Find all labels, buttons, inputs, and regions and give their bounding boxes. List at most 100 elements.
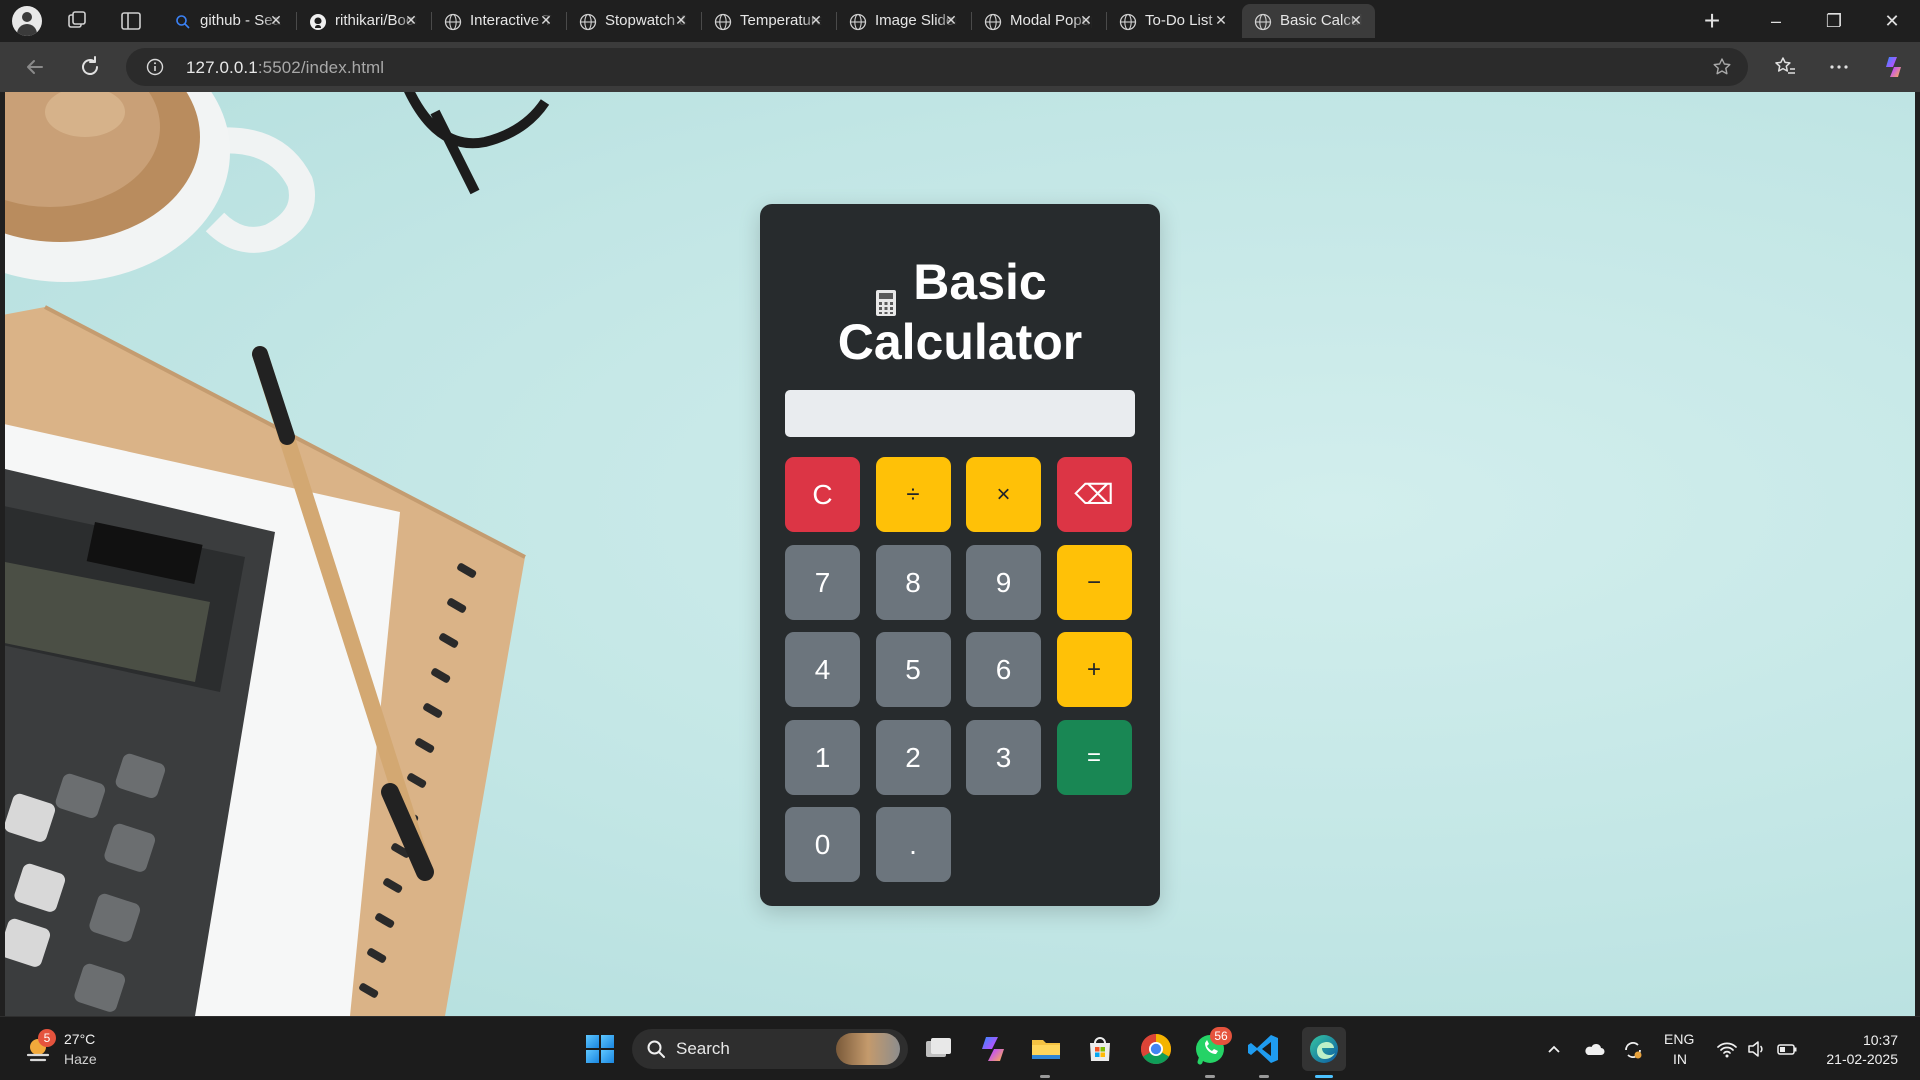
calculator-prop-image bbox=[5, 469, 275, 1016]
keyboard-language[interactable]: ENG bbox=[1664, 1031, 1694, 1047]
tab-7[interactable]: Modal Popup ✕ bbox=[972, 4, 1105, 38]
digit-6-button[interactable]: 6 bbox=[966, 632, 1041, 707]
favorite-star-icon[interactable] bbox=[1712, 57, 1732, 77]
divide-button[interactable]: ÷ bbox=[875, 457, 951, 532]
weather-badge: 5 bbox=[38, 1029, 56, 1047]
clock-date: 21-02-2025 bbox=[1826, 1051, 1898, 1067]
calculator-icon bbox=[873, 271, 899, 316]
globe-icon bbox=[714, 13, 732, 31]
keyboard-region[interactable]: IN bbox=[1673, 1051, 1687, 1067]
tab-3[interactable]: Interactive To-Do✕ bbox=[432, 4, 565, 38]
system-clock[interactable]: 10:37 21-02-2025 bbox=[1826, 1031, 1898, 1069]
weather-temperature[interactable]: 27°C bbox=[64, 1031, 95, 1047]
copilot-icon[interactable] bbox=[1880, 54, 1906, 80]
vertical-tabs-icon[interactable] bbox=[118, 8, 144, 34]
chrome-icon[interactable] bbox=[1138, 1031, 1174, 1067]
onedrive-cloud-icon[interactable] bbox=[1583, 1039, 1605, 1059]
digit-4-button[interactable]: 4 bbox=[785, 632, 860, 707]
globe-icon bbox=[849, 13, 867, 31]
globe-icon bbox=[579, 13, 597, 31]
windows-taskbar: 5 27°C Haze Search 56 ENG IN 10:37 21-02… bbox=[0, 1016, 1920, 1080]
multiply-button[interactable]: × bbox=[966, 457, 1041, 532]
close-tab-icon[interactable]: ✕ bbox=[1212, 11, 1230, 29]
decimal-button[interactable]: . bbox=[875, 807, 951, 882]
close-tab-icon[interactable]: ✕ bbox=[807, 11, 825, 29]
close-tab-icon[interactable]: ✕ bbox=[1077, 11, 1095, 29]
weather-condition[interactable]: Haze bbox=[64, 1051, 97, 1067]
sync-icon[interactable] bbox=[1622, 1039, 1642, 1059]
workspaces-icon[interactable] bbox=[64, 8, 90, 34]
close-tab-icon[interactable]: ✕ bbox=[267, 11, 285, 29]
tab-8[interactable]: To-Do List ✕ bbox=[1107, 4, 1240, 38]
tab-6[interactable]: Image Slider ✕ bbox=[837, 4, 970, 38]
digit-5-button[interactable]: 5 bbox=[875, 632, 951, 707]
calculator-title: Basic Calculator bbox=[760, 252, 1160, 372]
active-app-indicator bbox=[1315, 1075, 1333, 1078]
digit-9-button[interactable]: 9 bbox=[966, 544, 1041, 620]
taskbar-search-box[interactable]: Search bbox=[632, 1029, 908, 1069]
paper-sheet-image bbox=[5, 424, 400, 1016]
copilot-app-icon[interactable] bbox=[974, 1031, 1010, 1067]
digit-0-button[interactable]: 0 bbox=[785, 807, 860, 882]
windows-start-icon[interactable] bbox=[582, 1031, 618, 1067]
calculator-panel: Basic Calculator C ÷ × ⌫ 7 8 9− 4 5 6 +1 2 3 = 0. bbox=[760, 204, 1160, 906]
address-bar[interactable]: 127.0.0.1:5502/index.html bbox=[126, 48, 1748, 86]
edge-icon[interactable] bbox=[1302, 1027, 1346, 1071]
battery-icon[interactable] bbox=[1776, 1039, 1797, 1059]
wifi-icon[interactable] bbox=[1716, 1039, 1737, 1059]
backspace-button[interactable]: ⌫ bbox=[1056, 457, 1132, 532]
digit-8-button[interactable]: 8 bbox=[875, 544, 951, 620]
microsoft-store-icon[interactable] bbox=[1082, 1031, 1118, 1067]
task-view-icon[interactable] bbox=[920, 1031, 956, 1067]
digit-3-button[interactable]: 3 bbox=[966, 719, 1041, 795]
globe-icon bbox=[1119, 13, 1137, 31]
running-indicator bbox=[1205, 1075, 1215, 1078]
glasses-image bbox=[404, 92, 550, 195]
calculator-display[interactable] bbox=[785, 390, 1135, 437]
subtract-button[interactable]: − bbox=[1056, 544, 1132, 620]
tab-strip: github - Search✕rithikari/Bootstrap✕Inte… bbox=[0, 0, 1920, 42]
tab-2[interactable]: rithikari/Bootstrap✕ bbox=[297, 4, 430, 38]
profile-avatar[interactable] bbox=[12, 6, 42, 36]
running-indicator bbox=[1259, 1075, 1269, 1078]
desk-background-image bbox=[5, 92, 550, 1016]
volume-icon[interactable] bbox=[1746, 1039, 1766, 1059]
close-tab-icon[interactable]: ✕ bbox=[537, 11, 555, 29]
refresh-icon[interactable] bbox=[75, 52, 105, 82]
digit-7-button[interactable]: 7 bbox=[785, 544, 860, 620]
tab-1[interactable]: github - Search✕ bbox=[162, 4, 295, 38]
minimize-button[interactable]: – bbox=[1748, 0, 1804, 42]
tab-5[interactable]: Temperature ✕ bbox=[702, 4, 835, 38]
tab-4[interactable]: Stopwatch & Timer✕ bbox=[567, 4, 700, 38]
pen-image bbox=[252, 346, 434, 881]
add-button[interactable]: + bbox=[1056, 632, 1132, 707]
site-info-icon[interactable] bbox=[146, 58, 164, 76]
close-tab-icon[interactable]: ✕ bbox=[402, 11, 420, 29]
equals-button[interactable]: = bbox=[1056, 719, 1132, 795]
search-icon bbox=[174, 13, 192, 31]
more-options-icon[interactable] bbox=[1826, 54, 1852, 80]
page-viewport: Basic Calculator C ÷ × ⌫ 7 8 9− 4 5 6 +1 2 3 = 0. bbox=[5, 92, 1915, 1016]
browser-toolbar: 127.0.0.1:5502/index.html bbox=[0, 42, 1920, 92]
tab-9[interactable]: Basic Calculator✕ bbox=[1242, 4, 1375, 38]
close-tab-icon[interactable]: ✕ bbox=[942, 11, 960, 29]
file-explorer-icon[interactable] bbox=[1028, 1031, 1064, 1067]
globe-icon bbox=[1254, 13, 1272, 31]
digit-2-button[interactable]: 2 bbox=[875, 719, 951, 795]
close-tab-icon[interactable]: ✕ bbox=[672, 11, 690, 29]
globe-icon bbox=[444, 13, 462, 31]
back-arrow-icon[interactable] bbox=[20, 52, 50, 82]
github-icon bbox=[309, 13, 327, 31]
clock-time: 10:37 bbox=[1862, 1032, 1898, 1048]
close-window-button[interactable]: ✕ bbox=[1864, 0, 1920, 42]
url-text: 127.0.0.1:5502/index.html bbox=[186, 58, 384, 78]
new-tab-button[interactable]: + bbox=[1684, 0, 1740, 42]
restore-button[interactable]: ❐ bbox=[1806, 0, 1862, 42]
vscode-icon[interactable] bbox=[1246, 1031, 1282, 1067]
clear-button[interactable]: C bbox=[785, 457, 860, 532]
digit-1-button[interactable]: 1 bbox=[785, 719, 860, 795]
search-highlight-image bbox=[836, 1033, 900, 1065]
chevron-up-icon[interactable] bbox=[1544, 1039, 1564, 1059]
favorites-icon[interactable] bbox=[1772, 54, 1798, 80]
close-tab-icon[interactable]: ✕ bbox=[1347, 11, 1365, 29]
